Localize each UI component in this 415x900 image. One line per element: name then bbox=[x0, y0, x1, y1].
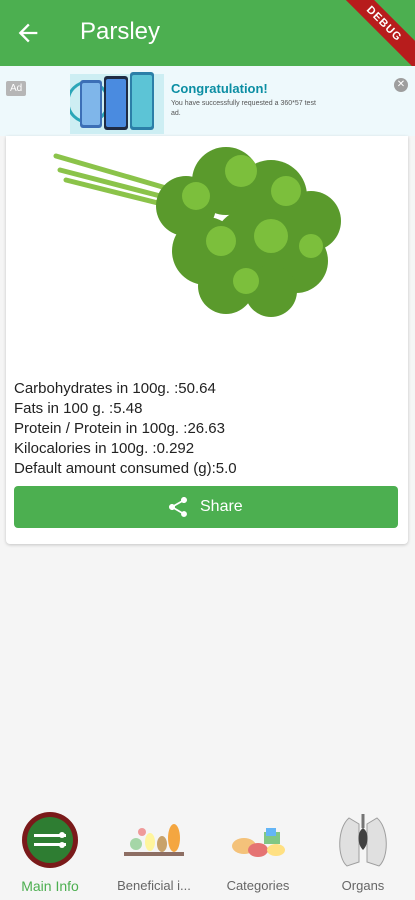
share-icon bbox=[169, 497, 187, 517]
ad-banner[interactable]: Ad Congratulation! You have successfully… bbox=[0, 66, 415, 136]
fact-kilocalories: Kilocalories in 100g. :0.292 bbox=[14, 440, 195, 457]
fact-protein: Protein / Protein in 100g. :26.63 bbox=[14, 420, 225, 437]
nav-label-categories: Categories bbox=[226, 878, 290, 893]
ad-title: Congratulation! bbox=[171, 81, 268, 96]
nav-label-beneficial: Beneficial i... bbox=[117, 878, 191, 893]
organs-icon bbox=[339, 814, 387, 867]
nutrition-facts: Carbohydrates in 100g. :50.64 Fats in 10… bbox=[14, 379, 237, 479]
food-info-card: Carbohydrates in 100g. :50.64 Fats in 10… bbox=[6, 136, 408, 544]
share-label: Share bbox=[200, 498, 243, 515]
nav-label-organs: Organs bbox=[341, 878, 385, 893]
nav-main-info[interactable]: Main Info bbox=[0, 806, 100, 900]
phones-ad-image bbox=[70, 72, 164, 134]
categories-icon bbox=[232, 828, 285, 857]
nav-organs[interactable]: Organs bbox=[313, 806, 413, 900]
close-icon[interactable]: ✕ bbox=[394, 78, 408, 92]
beneficial-icon bbox=[124, 824, 184, 856]
arrow-back-icon[interactable] bbox=[14, 19, 42, 47]
app-bar: Parsley DEBUG bbox=[0, 0, 415, 66]
fact-default-amount: Default amount consumed (g):5.0 bbox=[14, 460, 237, 477]
fact-carbohydrates: Carbohydrates in 100g. :50.64 bbox=[14, 380, 216, 397]
page-title: Parsley bbox=[80, 18, 161, 45]
bottom-navigation: Main Info Beneficial i... Categories Org… bbox=[0, 806, 415, 900]
nav-label-main-info: Main Info bbox=[21, 878, 79, 894]
main-info-icon bbox=[22, 812, 78, 868]
nav-categories[interactable]: Categories bbox=[208, 806, 308, 900]
nav-beneficial[interactable]: Beneficial i... bbox=[104, 806, 204, 900]
ad-tag: Ad bbox=[6, 81, 27, 96]
debug-banner: DEBUG bbox=[330, 0, 415, 66]
fact-fats: Fats in 100 g. :5.48 bbox=[14, 400, 143, 417]
share-button[interactable]: Share bbox=[14, 486, 398, 528]
parsley-image bbox=[53, 147, 341, 317]
ad-text: You have successfully requested a 360*57… bbox=[171, 100, 316, 117]
